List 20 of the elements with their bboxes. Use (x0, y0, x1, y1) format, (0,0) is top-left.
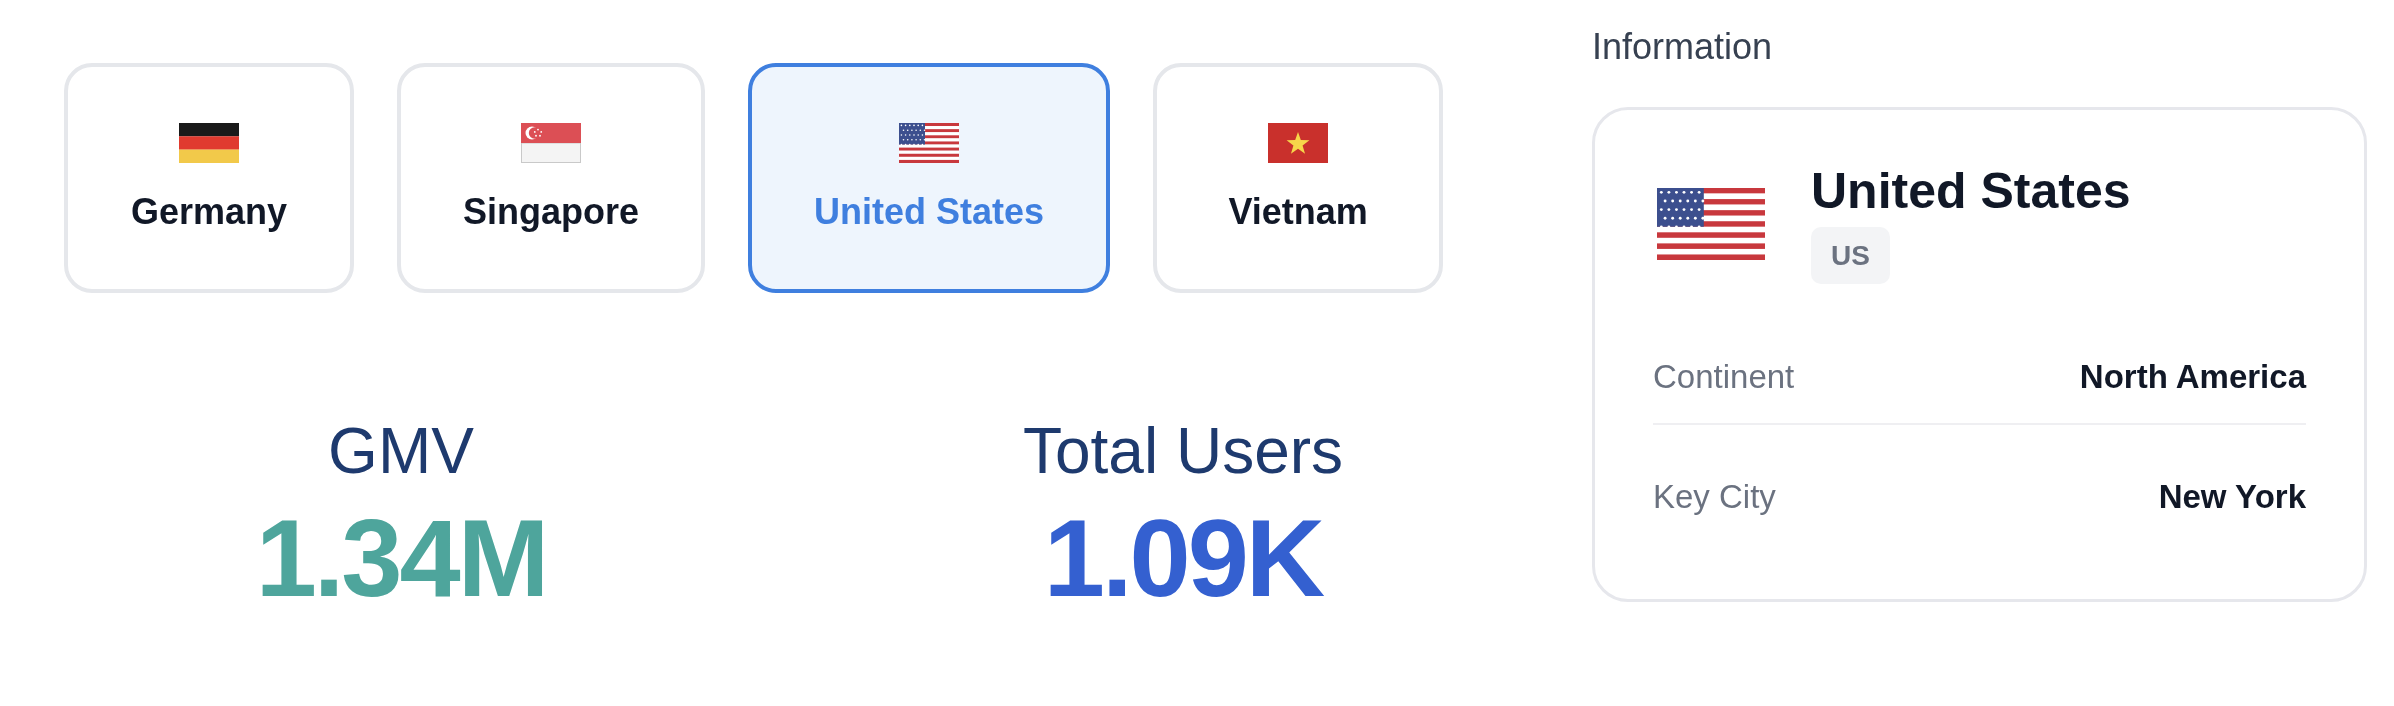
flag-icon (521, 123, 581, 163)
metric-label: Total Users (1022, 416, 1344, 486)
info-value: New York (2158, 477, 2306, 517)
country-card[interactable]: United States (748, 63, 1111, 293)
flag-icon (1268, 123, 1329, 163)
flag-icon (899, 123, 960, 163)
info-value: North America (2079, 357, 2306, 397)
info-label: Continent (1653, 357, 1795, 397)
section-heading: Information (1592, 26, 1773, 68)
flag-icon (1657, 187, 1765, 260)
metric-label: GMV (328, 416, 474, 486)
flag-icon (179, 123, 239, 163)
country-card[interactable]: Germany (64, 63, 354, 293)
country-card[interactable]: Singapore (397, 63, 706, 293)
metric-value: 1.09K (1043, 503, 1323, 613)
info-label: Key City (1653, 477, 1776, 517)
metric-value: 1.34M (255, 503, 547, 613)
country-card[interactable]: Vietnam (1153, 63, 1444, 293)
country-title: United States (1811, 163, 2131, 219)
country-code-badge: US (1811, 227, 1890, 284)
